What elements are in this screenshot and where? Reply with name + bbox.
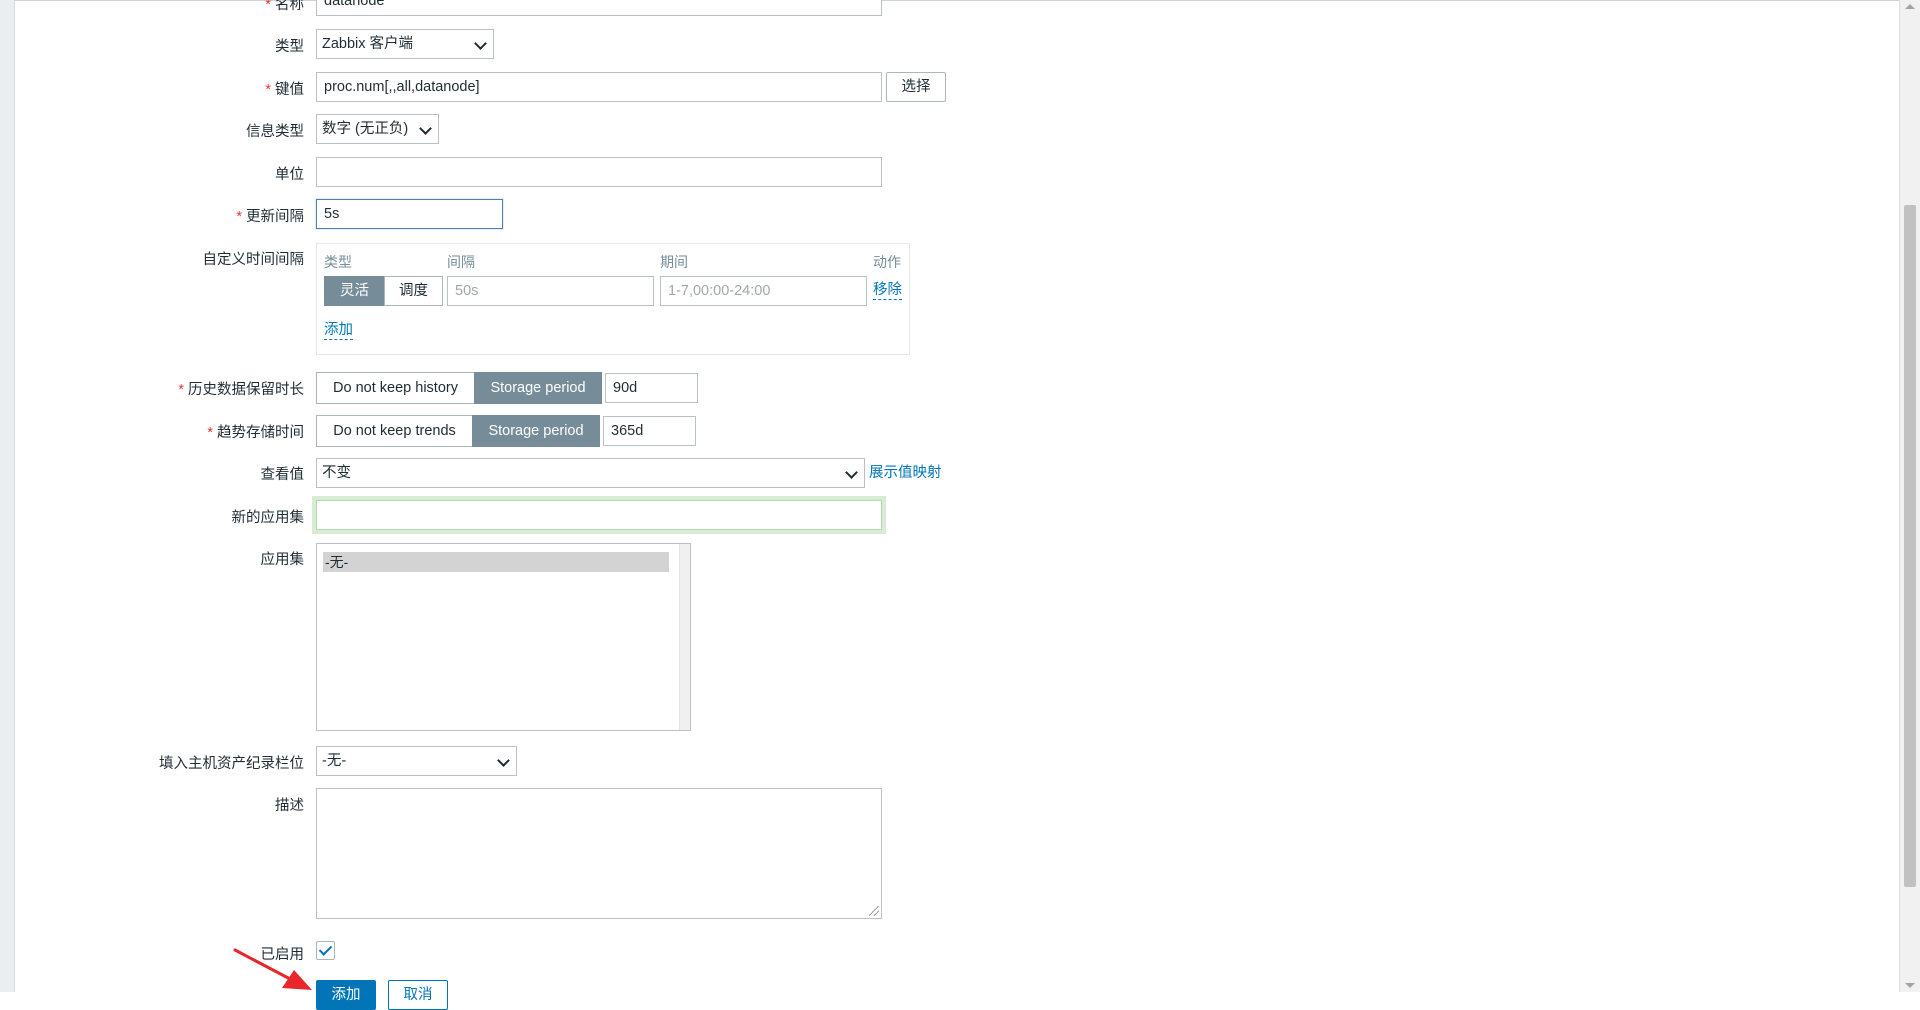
required-marker: *: [265, 0, 271, 13]
interval-input[interactable]: 50s: [447, 276, 654, 306]
select-key-button[interactable]: 选择: [886, 72, 946, 102]
history-label: * 历史数据保留时长: [178, 378, 304, 399]
applications-listbox[interactable]: -无-: [316, 543, 691, 731]
new-application-label: 新的应用集: [231, 510, 305, 526]
left-panel-edge: [0, 0, 15, 992]
update-interval-label-text: 更新间隔: [246, 209, 304, 225]
name-label-text: 名称: [275, 0, 304, 13]
scroll-down-icon[interactable]: [1905, 983, 1915, 988]
key-input[interactable]: proc.num[,,all,datanode]: [316, 72, 882, 102]
name-label: * 名称: [265, 0, 304, 14]
scrollbar-thumb[interactable]: [1904, 205, 1916, 887]
units-label: 单位: [275, 167, 304, 183]
cancel-button[interactable]: 取消: [388, 980, 448, 1010]
annotation-arrow-icon: [233, 948, 312, 990]
trends-label-text: 趋势存储时间: [217, 425, 304, 441]
resize-grip-icon[interactable]: [869, 906, 879, 916]
key-label-text: 键值: [275, 82, 304, 98]
history-storage-option[interactable]: Storage period: [474, 372, 602, 404]
chevron-down-icon: [845, 466, 858, 479]
units-input[interactable]: [316, 157, 882, 187]
column-header-interval: 间隔: [447, 254, 475, 270]
update-interval-input[interactable]: 5s: [316, 199, 503, 229]
inventory-field-select-value: -无-: [322, 753, 347, 769]
applications-option[interactable]: -无-: [323, 552, 669, 572]
chevron-down-icon: [474, 37, 487, 50]
add-button[interactable]: 添加: [316, 980, 376, 1010]
history-no-keep-option[interactable]: Do not keep history: [316, 372, 475, 404]
description-textarea[interactable]: [316, 788, 882, 919]
scheduling-toggle[interactable]: 调度: [384, 276, 443, 306]
column-header-period: 期间: [660, 254, 688, 270]
show-value-mapping-link[interactable]: 展示值映射: [869, 465, 942, 482]
required-marker: *: [178, 382, 184, 398]
info-type-select[interactable]: 数字 (无正负): [316, 114, 439, 144]
custom-intervals-label: 自定义时间间隔: [202, 252, 305, 268]
trends-no-keep-option[interactable]: Do not keep trends: [316, 415, 473, 447]
required-marker: *: [207, 425, 213, 441]
info-type-select-value: 数字 (无正负): [322, 121, 409, 137]
show-value-label: 查看值: [260, 467, 305, 483]
inventory-field-label: 填入主机资产纪录栏位: [159, 756, 304, 772]
type-select[interactable]: Zabbix 客户端: [316, 29, 494, 59]
show-value-select[interactable]: 不变: [316, 458, 865, 488]
show-value-select-value: 不变: [322, 465, 351, 481]
flexible-toggle[interactable]: 灵活: [324, 276, 385, 306]
description-label: 描述: [275, 798, 304, 814]
listbox-scrollbar[interactable]: [679, 544, 690, 730]
checkmark-icon: [318, 942, 333, 956]
required-marker: *: [265, 82, 271, 98]
key-label: * 键值: [265, 78, 304, 99]
new-application-input[interactable]: [316, 500, 882, 530]
column-header-type: 类型: [324, 254, 352, 270]
page-scrollbar[interactable]: [1899, 0, 1920, 992]
chevron-down-icon: [419, 122, 432, 135]
scroll-up-icon[interactable]: [1905, 4, 1915, 9]
update-interval-label: * 更新间隔: [236, 205, 304, 226]
inventory-field-select[interactable]: -无-: [316, 746, 517, 776]
column-header-action: 动作: [873, 254, 901, 270]
trends-period-input[interactable]: 365d: [603, 416, 696, 446]
name-input[interactable]: datanode: [316, 0, 882, 16]
required-marker: *: [236, 209, 242, 225]
info-type-label: 信息类型: [246, 124, 304, 140]
type-label: 类型: [275, 39, 304, 55]
history-period-input[interactable]: 90d: [605, 373, 698, 403]
history-label-text: 历史数据保留时长: [188, 382, 304, 398]
applications-label: 应用集: [260, 552, 305, 568]
trends-label: * 趋势存储时间: [207, 421, 304, 442]
type-select-value: Zabbix 客户端: [322, 36, 414, 52]
add-interval-link[interactable]: 添加: [324, 322, 353, 340]
chevron-down-icon: [497, 754, 510, 767]
period-input[interactable]: 1-7,00:00-24:00: [660, 276, 867, 306]
trends-storage-option[interactable]: Storage period: [472, 415, 600, 447]
custom-intervals-table: 类型 间隔 期间 动作 灵活 调度 50s 1-7,00:00-24:00 移除…: [316, 243, 910, 355]
remove-interval-link[interactable]: 移除: [873, 282, 902, 300]
